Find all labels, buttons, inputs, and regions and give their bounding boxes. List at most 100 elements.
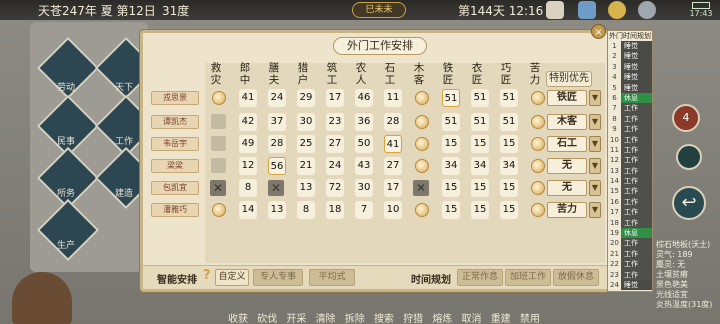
schedule-hour-row[interactable]: 6 休息 xyxy=(608,92,652,104)
schedule-hour-row[interactable]: 22 工作 xyxy=(608,259,652,270)
special-priority-select[interactable]: 无 xyxy=(547,158,587,174)
schedule-hour-row[interactable]: 4 睡觉 xyxy=(608,72,652,83)
skill-cell[interactable]: 21 xyxy=(297,157,315,175)
priority-coin-icon[interactable] xyxy=(212,91,226,105)
skill-cell[interactable]: 11 xyxy=(384,89,402,107)
action-clear[interactable]: 清除 xyxy=(316,314,336,324)
skill-cell[interactable]: 51 xyxy=(500,113,518,131)
skill-cell[interactable]: 18 xyxy=(326,201,344,219)
skill-cell[interactable]: 49 xyxy=(239,135,257,153)
skill-cell[interactable]: 72 xyxy=(326,179,344,197)
schedule-hour-row[interactable]: 20 工作 xyxy=(608,238,652,249)
skill-cell[interactable]: 51 xyxy=(442,89,460,107)
swirl-icon[interactable] xyxy=(676,144,702,170)
action-hunt[interactable]: 狩猎 xyxy=(403,314,423,324)
schedule-hour-row[interactable]: 9 工作 xyxy=(608,124,652,135)
schedule-hour-row[interactable]: 3 睡觉 xyxy=(608,61,652,73)
blocked-cell-icon[interactable]: ✕ xyxy=(210,180,226,196)
skill-cell[interactable]: 34 xyxy=(442,157,460,175)
action-disable[interactable]: 禁用 xyxy=(520,314,540,324)
skill-cell[interactable]: 27 xyxy=(384,157,402,175)
schedule-hour-row[interactable]: 13 工作 xyxy=(608,165,652,177)
schedule-hour-row[interactable]: 1 睡觉 xyxy=(608,41,652,52)
priority-coin-icon[interactable] xyxy=(531,137,545,151)
expert-button[interactable]: 专人专事 xyxy=(253,269,303,286)
skill-cell[interactable]: 8 xyxy=(239,179,257,197)
special-priority-select[interactable]: 无 xyxy=(547,180,587,196)
schedule-hour-row[interactable]: 19 休息 xyxy=(608,228,652,239)
chevron-down-icon[interactable]: ▼ xyxy=(589,180,601,196)
skill-cell[interactable]: 50 xyxy=(355,135,373,153)
back-arrow-icon[interactable]: ↩ xyxy=(672,186,706,220)
skill-cell[interactable]: 15 xyxy=(442,135,460,153)
schedule-hour-row[interactable]: 16 工作 xyxy=(608,196,652,208)
schedule-hour-row[interactable]: 17 工作 xyxy=(608,207,652,218)
blocked-cell-icon[interactable]: ✕ xyxy=(413,180,429,196)
skill-cell[interactable]: 27 xyxy=(326,135,344,153)
skill-cell[interactable]: 34 xyxy=(471,157,489,175)
skill-cell[interactable]: 46 xyxy=(355,89,373,107)
blocked-cell-icon[interactable]: ✕ xyxy=(268,180,284,196)
skill-cell[interactable]: 15 xyxy=(500,201,518,219)
schedule-hour-row[interactable]: 12 工作 xyxy=(608,155,652,166)
skill-cell[interactable]: 42 xyxy=(239,113,257,131)
priority-coin-icon[interactable] xyxy=(531,203,545,217)
schedule-hour-row[interactable]: 8 工作 xyxy=(608,113,652,125)
skill-cell[interactable]: 24 xyxy=(326,157,344,175)
gear-icon[interactable] xyxy=(638,1,656,19)
skill-cell[interactable]: 30 xyxy=(297,113,315,131)
schedule-hour-row[interactable]: 11 工作 xyxy=(608,144,652,156)
skill-cell[interactable]: 15 xyxy=(500,135,518,153)
priority-coin-icon[interactable] xyxy=(531,91,545,105)
equal-button[interactable]: 平均式 xyxy=(309,269,355,286)
skill-cell[interactable]: 15 xyxy=(442,201,460,219)
skill-cell[interactable]: 43 xyxy=(355,157,373,175)
skill-cell[interactable]: 29 xyxy=(297,89,315,107)
worker-name[interactable]: 谭凯杰 xyxy=(151,115,199,129)
priority-coin-icon[interactable] xyxy=(531,181,545,195)
skill-cell[interactable]: 13 xyxy=(268,201,286,219)
skill-cell[interactable]: 34 xyxy=(500,157,518,175)
normal-schedule-button[interactable]: 正常作息 xyxy=(457,269,503,286)
priority-coin-icon[interactable] xyxy=(212,203,226,217)
skill-cell[interactable]: 28 xyxy=(268,135,286,153)
skill-cell[interactable]: 37 xyxy=(268,113,286,131)
schedule-hour-row[interactable]: 14 工作 xyxy=(608,176,652,187)
skill-cell[interactable]: 23 xyxy=(326,113,344,131)
action-search[interactable]: 搜索 xyxy=(374,314,394,324)
skill-cell[interactable]: 15 xyxy=(442,179,460,197)
disabled-cell[interactable] xyxy=(211,114,226,129)
season-tag[interactable]: 巳未未 xyxy=(352,2,406,18)
schedule-hour-row[interactable]: 18 工作 xyxy=(608,217,652,229)
worker-name[interactable]: 潘雅巧 xyxy=(151,203,199,217)
action-chop[interactable]: 砍伐 xyxy=(257,314,277,324)
skill-cell[interactable]: 13 xyxy=(297,179,315,197)
special-priority-select[interactable]: 苦力 xyxy=(547,202,587,218)
priority-coin-icon[interactable] xyxy=(415,115,429,129)
chevron-down-icon[interactable]: ▼ xyxy=(589,136,601,152)
skill-cell[interactable]: 14 xyxy=(239,201,257,219)
skill-cell[interactable]: 41 xyxy=(384,135,402,153)
chevron-down-icon[interactable]: ▼ xyxy=(589,158,601,174)
skill-cell[interactable]: 30 xyxy=(355,179,373,197)
schedule-hour-row[interactable]: 7 工作 xyxy=(608,103,652,114)
notification-badge[interactable]: 4 xyxy=(672,104,700,132)
save-icon[interactable] xyxy=(546,1,564,19)
skill-cell[interactable]: 25 xyxy=(297,135,315,153)
action-demolish[interactable]: 拆除 xyxy=(345,314,365,324)
priority-coin-icon[interactable] xyxy=(531,115,545,129)
skill-cell[interactable]: 51 xyxy=(471,89,489,107)
special-priority-select[interactable]: 木客 xyxy=(547,114,587,130)
action-mine[interactable]: 开采 xyxy=(286,314,306,324)
skill-cell[interactable]: 28 xyxy=(384,113,402,131)
custom-button[interactable]: 自定义 xyxy=(215,269,249,286)
chevron-down-icon[interactable]: ▼ xyxy=(589,90,601,106)
chevron-down-icon[interactable]: ▼ xyxy=(589,114,601,130)
skill-cell[interactable]: 51 xyxy=(471,113,489,131)
priority-coin-icon[interactable] xyxy=(415,203,429,217)
skill-cell[interactable]: 7 xyxy=(355,201,373,219)
disabled-cell[interactable] xyxy=(211,136,226,151)
special-priority-select[interactable]: 铁匠 xyxy=(547,90,587,106)
skill-cell[interactable]: 36 xyxy=(355,113,373,131)
priority-coin-icon[interactable] xyxy=(415,137,429,151)
